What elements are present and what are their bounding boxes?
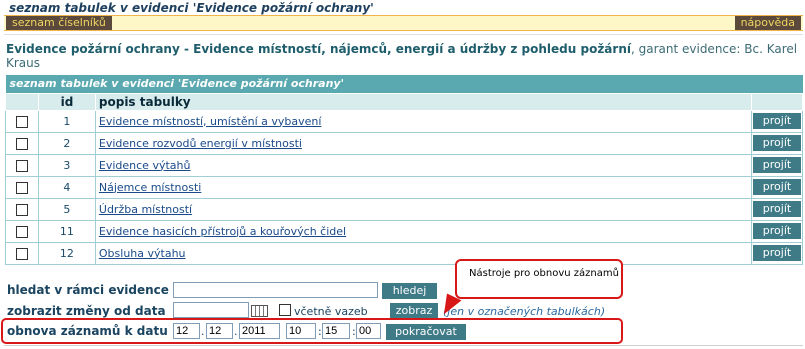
row-link[interactable]: Obsluha výtahu — [99, 247, 186, 260]
restore-second-input[interactable] — [356, 323, 381, 339]
table-row: 12 Obsluha výtahu projít — [5, 241, 804, 265]
projit-button[interactable]: projít — [752, 179, 801, 195]
restore-year-input[interactable] — [239, 323, 280, 339]
row-link[interactable]: Evidence místností, umístění a vybavení — [99, 115, 322, 128]
divider — [4, 34, 803, 35]
show-changes-button[interactable]: zobraz — [390, 303, 438, 319]
table-caption: seznam tabulek v evidenci 'Evidence požá… — [5, 75, 803, 93]
row-checkbox[interactable] — [15, 137, 28, 150]
column-header-id: id — [37, 92, 96, 111]
search-label: hledat v rámci evidence — [7, 283, 169, 297]
projit-button[interactable]: projít — [752, 201, 801, 217]
row-link[interactable]: Evidence hasicích přístrojů a kouřových … — [99, 225, 346, 238]
search-input[interactable] — [173, 282, 378, 298]
column-header-action — [750, 92, 804, 111]
row-checkbox[interactable] — [15, 181, 28, 194]
row-checkbox[interactable] — [15, 115, 28, 128]
row-checkbox[interactable] — [15, 203, 28, 216]
row-id: 4 — [37, 175, 96, 199]
projit-button[interactable]: projít — [752, 245, 801, 261]
search-button[interactable]: hledej — [382, 283, 437, 299]
table-row: 11 Evidence hasicích přístrojů a kouřový… — [5, 219, 804, 243]
table-row: 5 Údržba místností projít — [5, 197, 804, 221]
row-id: 12 — [37, 241, 96, 265]
table-row: 4 Nájemce místnosti projít — [5, 175, 804, 199]
include-relations-checkbox[interactable] — [279, 304, 291, 316]
row-link[interactable]: Nájemce místnosti — [99, 181, 201, 194]
row-id: 2 — [37, 131, 96, 155]
evidence-title: Evidence požární ochrany - Evidence míst… — [6, 42, 801, 70]
top-link-bar: seznam číselníků nápověda — [4, 15, 803, 31]
seznam-ciselniku-button[interactable]: seznam číselníků — [6, 16, 112, 30]
table-row: 1 Evidence místností, umístění a vybaven… — [5, 109, 804, 133]
row-checkbox[interactable] — [15, 247, 28, 260]
include-relations-label: včetně vazeb — [294, 305, 368, 318]
changes-label: zobrazit změny od data — [7, 304, 166, 318]
help-button[interactable]: nápověda — [734, 16, 801, 30]
projit-button[interactable]: projít — [752, 157, 801, 173]
row-id: 5 — [37, 197, 96, 221]
table-row: 2 Evidence rozvodů energií v místnosti p… — [5, 131, 804, 155]
divider — [4, 345, 803, 346]
row-id: 11 — [37, 219, 96, 243]
column-header-popis: popis tabulky — [94, 92, 752, 111]
row-link[interactable]: Evidence rozvodů energií v místnosti — [99, 137, 302, 150]
row-checkbox[interactable] — [15, 159, 28, 172]
date-separator: . — [201, 325, 205, 338]
row-link[interactable]: Údržba místností — [99, 203, 192, 216]
row-checkbox[interactable] — [15, 225, 28, 238]
row-id: 1 — [37, 109, 96, 133]
tables-list: seznam tabulek v evidenci 'Evidence požá… — [5, 75, 804, 265]
restore-day-input[interactable] — [173, 323, 200, 339]
restore-month-input[interactable] — [206, 323, 233, 339]
restore-minute-input[interactable] — [322, 323, 350, 339]
date-separator: . — [234, 325, 238, 338]
changes-hint: (jen v označených tabulkách) — [443, 305, 606, 318]
table-header-row: id popis tabulky — [5, 92, 804, 111]
row-id: 3 — [37, 153, 96, 177]
continue-button[interactable]: pokračovat — [386, 324, 466, 340]
restore-tools-callout: Nástroje pro obnovu záznamů — [455, 259, 623, 299]
top-bar: seznam tabulek v evidenci 'Evidence požá… — [0, 0, 805, 34]
restore-label: obnova záznamů k datu — [7, 324, 168, 338]
row-link[interactable]: Evidence výtahů — [99, 159, 191, 172]
projit-button[interactable]: projít — [752, 223, 801, 239]
projit-button[interactable]: projít — [752, 113, 801, 129]
restore-hour-input[interactable] — [286, 323, 316, 339]
column-header-check — [5, 92, 39, 111]
page-title: seznam tabulek v evidenci 'Evidence požá… — [9, 1, 374, 15]
table-row: 3 Evidence výtahů projít — [5, 153, 804, 177]
evidence-name: Evidence požární ochrany - Evidence míst… — [6, 42, 631, 56]
projit-button[interactable]: projít — [752, 135, 801, 151]
changes-date-input[interactable] — [173, 302, 249, 318]
calendar-icon[interactable] — [251, 305, 268, 317]
